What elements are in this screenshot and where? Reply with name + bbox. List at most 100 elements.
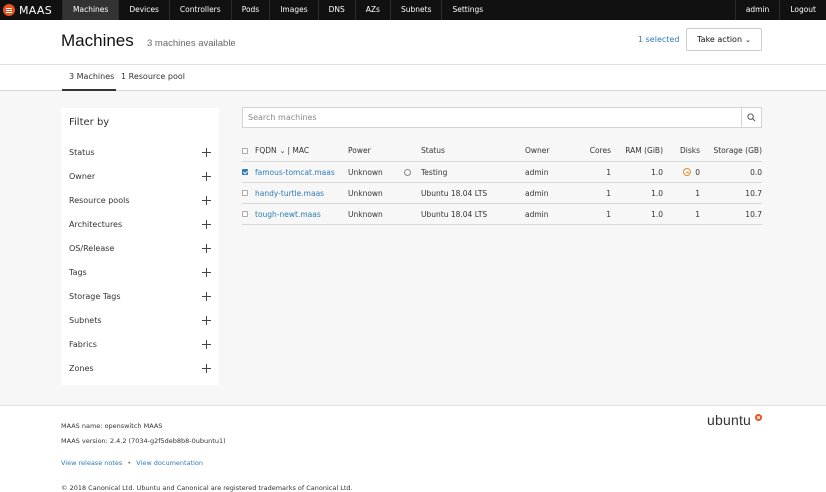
machine-owner: admin [525, 167, 549, 177]
filter-storage-tags[interactable]: Storage Tags [69, 289, 211, 303]
power-state: Unknown [348, 209, 383, 219]
machine-cores: 1 [606, 209, 611, 219]
filter-status[interactable]: Status [69, 145, 211, 159]
plus-icon [202, 267, 211, 277]
nav-machines[interactable]: Machines [62, 0, 119, 20]
nav-logout[interactable]: Logout [779, 0, 826, 20]
filter-label: Zones [69, 363, 94, 373]
machine-storage: 10.7 [745, 188, 762, 198]
filter-resource-pools[interactable]: Resource pools [69, 193, 211, 207]
machine-owner: admin [525, 209, 549, 219]
plus-icon [202, 195, 211, 205]
plus-icon [202, 171, 211, 181]
footer: MAAS name: openswitch MAAS MAAS version:… [0, 405, 826, 492]
ram-header[interactable]: RAM (GiB) [611, 140, 663, 161]
filter-label: Tags [69, 267, 87, 277]
power-state: Unknown [348, 167, 383, 177]
maas-version-value: 2.4.2 (7034-g2f5deb8b8-0ubuntu1) [109, 437, 226, 445]
machine-fqdn-link[interactable]: tough-newt.maas [255, 204, 321, 224]
row-checkbox[interactable] [242, 204, 248, 224]
nav-azs[interactable]: AZs [354, 0, 390, 20]
filter-fabrics[interactable]: Fabrics [69, 337, 211, 351]
warning-icon [683, 168, 692, 176]
machine-fqdn-link[interactable]: handy-turtle.maas [255, 183, 324, 203]
plus-icon [202, 243, 211, 253]
cores-header[interactable]: Cores [567, 140, 611, 161]
copyright: © 2018 Canonical Ltd. Ubuntu and Canonic… [61, 484, 353, 492]
fqdn-header[interactable]: FQDN ⌄ | MAC [255, 140, 309, 161]
page-title: Machines [61, 31, 134, 50]
machine-ram: 1.0 [651, 188, 663, 198]
nav-devices[interactable]: Devices [118, 0, 169, 20]
machine-storage: 0.0 [750, 167, 762, 177]
filter-label: Status [69, 147, 95, 157]
plus-icon [202, 315, 211, 325]
filter-title: Filter by [69, 117, 110, 128]
nav-settings[interactable]: Settings [441, 0, 493, 20]
fqdn-header-label: FQDN [255, 146, 277, 155]
owner-header[interactable]: Owner [525, 140, 550, 161]
machine-storage: 10.7 [745, 209, 762, 219]
selected-count: 1 selected [638, 35, 680, 44]
maas-name: MAAS name: openswitch MAAS [61, 422, 162, 430]
power-header[interactable]: Power [348, 140, 371, 161]
filter-label: Subnets [69, 315, 102, 325]
tab-resource-pools[interactable]: 1 Resource pool [121, 65, 185, 91]
select-all-checkbox[interactable] [242, 140, 248, 161]
top-nav: MAAS Machines Devices Controllers Pods I… [0, 0, 826, 20]
plus-icon [202, 219, 211, 229]
ubuntu-circle-icon [755, 414, 762, 421]
page-header: Machines 3 machines available 1 selected… [0, 20, 826, 65]
nav-controllers[interactable]: Controllers [168, 0, 231, 20]
link-separator: • [127, 459, 132, 467]
row-checkbox[interactable] [242, 162, 248, 182]
status-header[interactable]: Status [421, 140, 445, 161]
plus-icon [202, 291, 211, 301]
filter-owner[interactable]: Owner [69, 169, 211, 183]
filter-os-release[interactable]: OS/Release [69, 241, 211, 255]
filter-architectures[interactable]: Architectures [69, 217, 211, 231]
maas-name-value: openswitch MAAS [104, 422, 163, 430]
documentation-link[interactable]: View documentation [136, 459, 203, 467]
nav-images[interactable]: Images [269, 0, 317, 20]
machine-ram: 1.0 [651, 167, 663, 177]
maas-logo-icon [3, 4, 15, 16]
maas-name-label: MAAS name: [61, 422, 103, 430]
mac-header-label[interactable]: | MAC [287, 146, 309, 155]
row-checkbox[interactable] [242, 183, 248, 203]
tabs-bar: 3 Machines 1 Resource pool [0, 65, 826, 91]
maas-version: MAAS version: 2.4.2 (7034-g2f5deb8b8-0ub… [61, 437, 226, 445]
nav-pods[interactable]: Pods [230, 0, 270, 20]
table-row[interactable]: handy-turtle.maas Unknown Ubuntu 18.04 L… [242, 183, 762, 204]
search-input[interactable] [243, 108, 742, 127]
filter-subnets[interactable]: Subnets [69, 313, 211, 327]
storage-header[interactable]: Storage (GB) [700, 140, 762, 161]
filter-zones[interactable]: Zones [69, 361, 211, 375]
maas-logo[interactable]: MAAS [0, 0, 62, 20]
plus-icon [202, 147, 211, 157]
machines-table: FQDN ⌄ | MAC Power Status Owner Cores RA… [242, 140, 762, 225]
nav-dns[interactable]: DNS [317, 0, 355, 20]
table-row[interactable]: famous-tomcat.maas Unknown Testing admin… [242, 162, 762, 183]
machine-ram: 1.0 [651, 209, 663, 219]
power-state: Unknown [348, 188, 383, 198]
nav-user[interactable]: admin [734, 0, 780, 20]
filter-label: Owner [69, 171, 96, 181]
machine-cores: 1 [606, 167, 611, 177]
nav-subnets[interactable]: Subnets [389, 0, 442, 20]
maas-version-label: MAAS version: [61, 437, 108, 445]
filter-tags[interactable]: Tags [69, 265, 211, 279]
release-notes-link[interactable]: View release notes [61, 459, 122, 467]
table-row[interactable]: tough-newt.maas Unknown Ubuntu 18.04 LTS… [242, 204, 762, 225]
search-button[interactable] [741, 108, 761, 127]
search-icon [747, 113, 756, 122]
machine-owner: admin [525, 188, 549, 198]
machine-fqdn-link[interactable]: famous-tomcat.maas [255, 162, 335, 182]
page-subtitle: 3 machines available [147, 38, 236, 49]
take-action-button[interactable]: Take action ⌄ [686, 28, 762, 51]
tab-machines[interactable]: 3 Machines [62, 65, 116, 91]
machine-status: Ubuntu 18.04 LTS [421, 209, 488, 219]
brand-name: MAAS [19, 3, 53, 17]
disks-header[interactable]: Disks [663, 140, 700, 161]
machine-disks: 0 [663, 162, 700, 182]
